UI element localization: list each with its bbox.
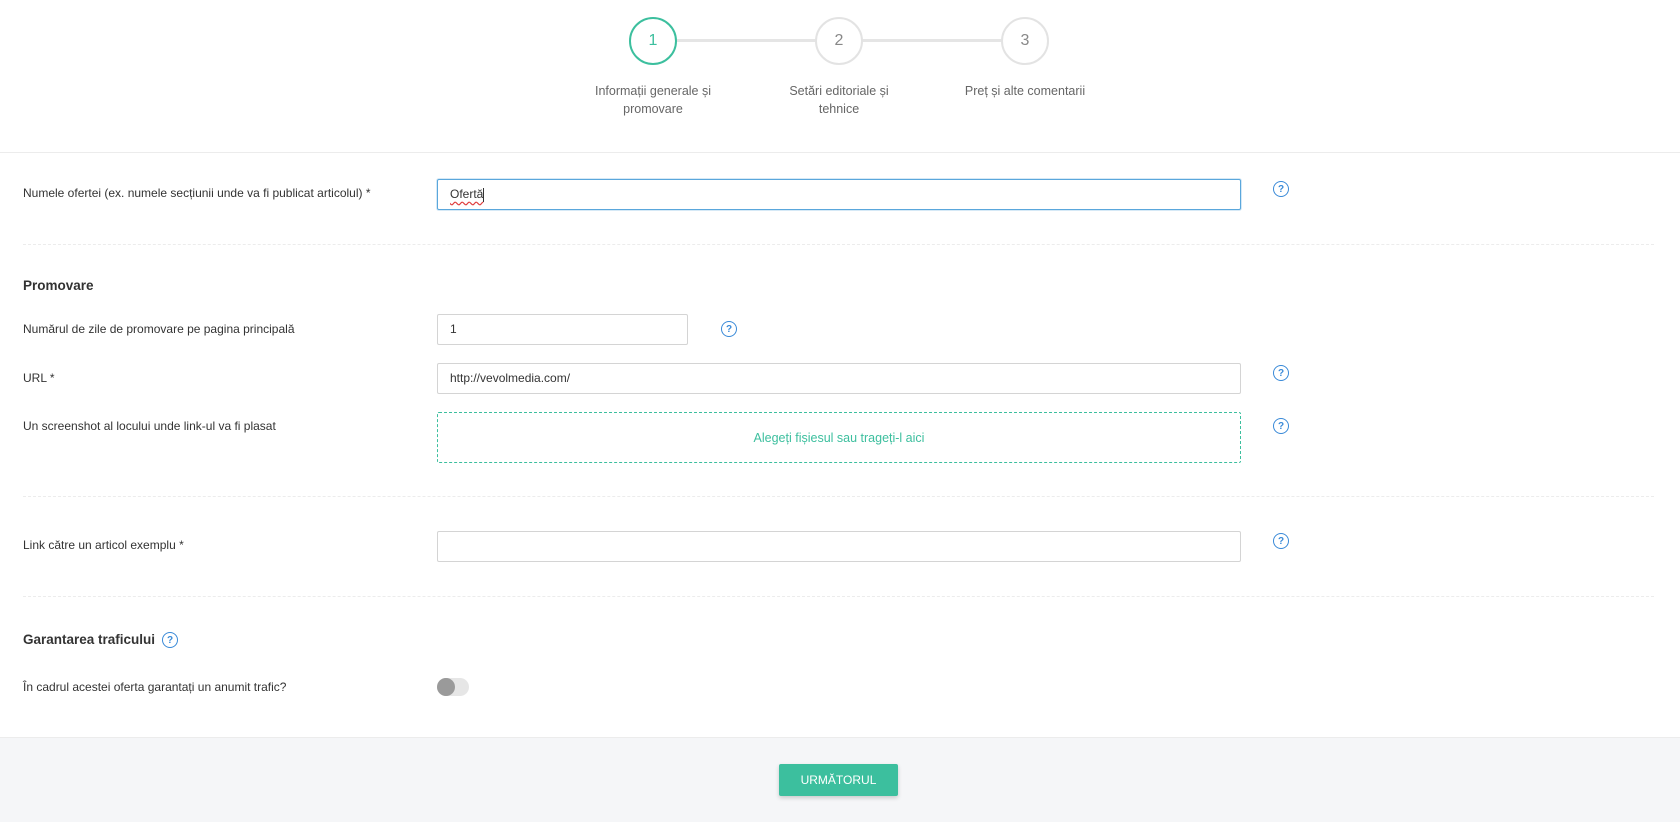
step-3-label-line1: Preț și alte comentarii: [964, 84, 1086, 98]
divider-3: [23, 596, 1654, 597]
url-label: URL *: [23, 371, 55, 385]
traffic-question-label: În cadrul acestei oferta garantați un an…: [23, 680, 287, 694]
promotion-days-input[interactable]: 1: [437, 314, 688, 345]
offer-name-value: Ofertă: [450, 187, 484, 201]
example-link-help-icon[interactable]: ?: [1273, 533, 1289, 549]
step-2-label: Setări editoriale și tehnice: [754, 82, 924, 118]
step-1-label-line1: Informații generale și: [594, 84, 712, 98]
url-help-icon[interactable]: ?: [1273, 365, 1289, 381]
offer-name-help-icon[interactable]: ?: [1273, 181, 1289, 197]
toggle-knob: [437, 678, 455, 696]
promotion-days-help-icon[interactable]: ?: [721, 321, 737, 337]
screenshot-help-icon[interactable]: ?: [1273, 418, 1289, 434]
step-2-number: 2: [834, 32, 844, 49]
traffic-guarantee-toggle[interactable]: [437, 678, 469, 696]
screenshot-dropzone[interactable]: Alegeți fișiesul sau trageți-l aici: [437, 412, 1241, 463]
example-link-input[interactable]: [437, 531, 1241, 562]
dropzone-text: Alegeți fișiesul sau trageți-l aici: [753, 430, 925, 445]
traffic-section-title: Garantarea traficului: [23, 632, 156, 647]
step-2-label-line2: tehnice: [818, 102, 860, 116]
promotion-section-title: Promovare: [23, 278, 94, 293]
url-input[interactable]: http://vevolmedia.com/: [437, 363, 1241, 394]
progress-stepper: 1 2 3 Informații generale și promovare S…: [0, 0, 1680, 153]
traffic-help-icon[interactable]: ?: [162, 632, 178, 648]
offer-name-label: Numele ofertei (ex. numele secțiunii und…: [23, 186, 371, 200]
next-button[interactable]: URMĂTORUL: [779, 764, 898, 796]
step-3-circle[interactable]: 3: [1001, 17, 1049, 65]
step-1-circle[interactable]: 1: [629, 17, 677, 65]
text-caret: [483, 187, 485, 202]
promotion-days-label: Numărul de zile de promovare pe pagina p…: [23, 322, 295, 336]
step-connector-1: [676, 39, 816, 42]
step-2-circle[interactable]: 2: [815, 17, 863, 65]
divider-1: [23, 244, 1654, 245]
step-2-label-line1: Setări editoriale și: [789, 84, 889, 98]
step-1-number: 1: [648, 32, 658, 49]
screenshot-label: Un screenshot al locului unde link-ul va…: [23, 419, 276, 433]
footer-bar: URMĂTORUL: [0, 737, 1680, 822]
step-1-label-line2: promovare: [623, 102, 683, 116]
step-1-label: Informații generale și promovare: [568, 82, 738, 118]
divider-2: [23, 496, 1654, 497]
step-3-label: Preț și alte comentarii: [940, 82, 1110, 100]
example-link-label: Link către un articol exemplu *: [23, 538, 184, 552]
step-3-number: 3: [1020, 32, 1030, 49]
step-connector-2: [862, 39, 1002, 42]
offer-name-input[interactable]: Ofertă: [437, 179, 1241, 210]
